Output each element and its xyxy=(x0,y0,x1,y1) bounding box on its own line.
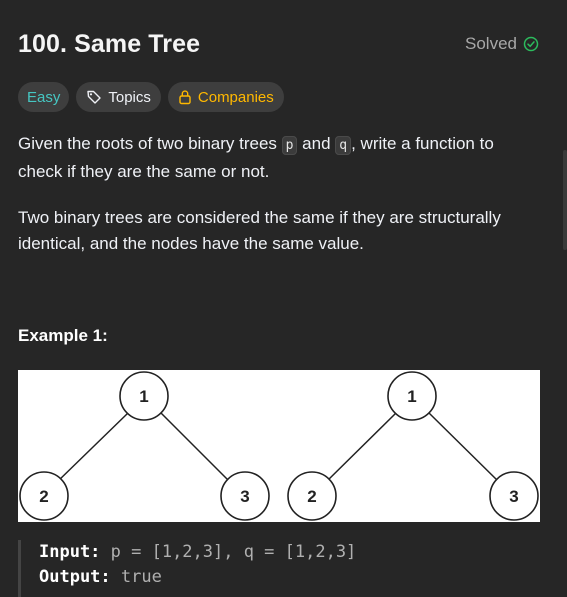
inline-code-q: q xyxy=(335,136,352,155)
difficulty-badge[interactable]: Easy xyxy=(18,82,70,112)
problem-description: Given the roots of two binary trees p an… xyxy=(18,131,528,277)
description-text: and xyxy=(297,134,336,153)
input-label: Input: xyxy=(39,542,101,562)
example-io-block: Input: p = [1,2,3], q = [1,2,3] Output: … xyxy=(18,540,538,597)
tree-edge xyxy=(428,412,500,483)
solved-status: Solved xyxy=(465,34,539,54)
tree-edge xyxy=(160,412,231,483)
scrollbar[interactable] xyxy=(561,0,567,597)
companies-label: Companies xyxy=(197,88,274,106)
description-paragraph-2: Two binary trees are considered the same… xyxy=(18,208,501,253)
description-text: Given the roots of two binary trees xyxy=(18,134,282,153)
node-value: 2 xyxy=(39,487,48,506)
input-value: p = [1,2,3], q = [1,2,3] xyxy=(100,542,357,562)
problem-header: 100. Same Tree Solved xyxy=(18,26,539,62)
tree-edge xyxy=(55,412,129,484)
tree-q: 1 2 3 xyxy=(287,371,539,521)
example-tree-diagram: 1 2 3 1 2 3 xyxy=(18,370,540,522)
node-value: 3 xyxy=(509,487,518,506)
output-label: Output: xyxy=(39,567,111,587)
example-title: Example 1: xyxy=(18,326,108,345)
topics-button[interactable]: Topics xyxy=(76,82,161,112)
node-value: 2 xyxy=(307,487,316,506)
node-value: 3 xyxy=(240,487,249,506)
check-circle-icon xyxy=(523,36,539,52)
tag-row: Easy Topics Companies xyxy=(18,82,284,112)
node-value: 1 xyxy=(407,387,416,406)
example-output-line: Output: true xyxy=(39,565,538,590)
scrollbar-thumb[interactable] xyxy=(563,150,567,250)
difficulty-label: Easy xyxy=(27,88,61,106)
problem-title: 100. Same Tree xyxy=(18,29,201,58)
inline-code-p: p xyxy=(281,136,298,155)
node-value: 1 xyxy=(139,387,148,406)
tree-edge xyxy=(324,412,397,484)
solved-label: Solved xyxy=(465,34,517,53)
topics-label: Topics xyxy=(108,88,151,106)
example-input-line: Input: p = [1,2,3], q = [1,2,3] xyxy=(39,540,538,565)
lock-icon xyxy=(179,90,191,105)
tree-p: 1 2 3 xyxy=(19,371,270,521)
output-value: true xyxy=(110,567,162,587)
tag-icon xyxy=(87,90,102,104)
description-paragraph-1: Given the roots of two binary trees p an… xyxy=(18,131,528,185)
companies-button[interactable]: Companies xyxy=(167,82,284,112)
